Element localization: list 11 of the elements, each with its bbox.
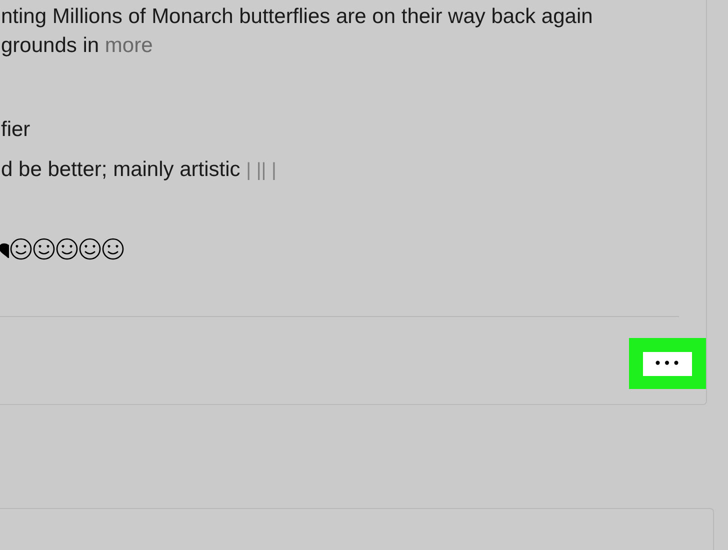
comment-text: d be better; mainly artistic: [1, 158, 240, 181]
comment-text: fier: [1, 118, 30, 141]
smiley-icon: [10, 238, 32, 260]
smiley-icon: [102, 238, 124, 260]
garbled-glyphs: | || |: [246, 160, 276, 181]
smiley-icon: [33, 238, 55, 260]
smiley-icon: [79, 238, 101, 260]
post-text: grounds in: [1, 34, 100, 57]
post-text: nting Millions of Monarch butterflies are on their way back again: [1, 5, 593, 28]
smiley-icon: [56, 238, 78, 260]
more-options-button[interactable]: •••: [643, 352, 692, 376]
